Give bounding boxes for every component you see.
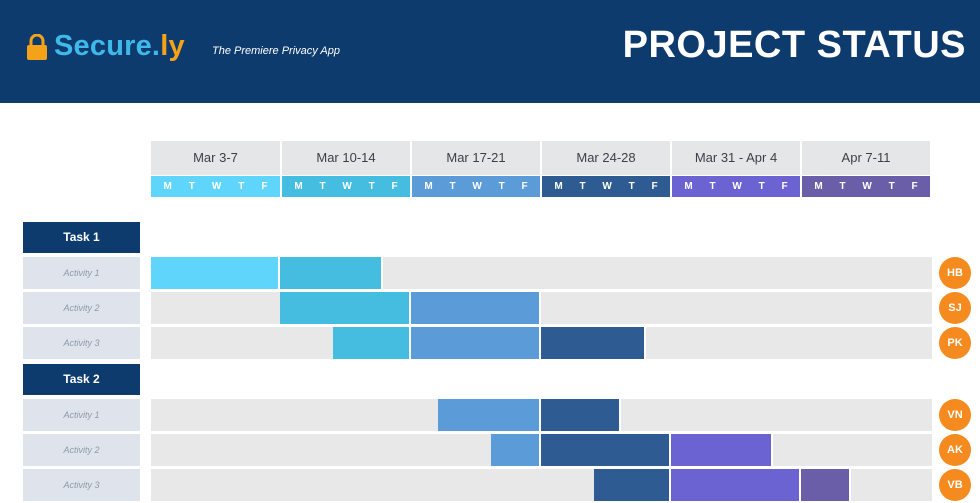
day-label: W	[862, 181, 872, 192]
day-label: T	[628, 181, 635, 192]
gantt-bar[interactable]	[541, 434, 671, 466]
day-strip: MTWTF	[672, 176, 802, 197]
gantt-row	[151, 469, 932, 501]
day-label: T	[449, 181, 456, 192]
day-label: T	[498, 181, 505, 192]
week-header: Mar 3-7	[151, 141, 282, 175]
gantt-bar[interactable]	[594, 469, 671, 501]
gantt-bar[interactable]	[541, 399, 621, 431]
activity-label: Activity 2	[23, 434, 140, 466]
day-label: M	[294, 181, 303, 192]
day-strip: MTWTF	[802, 176, 932, 197]
activity-label: Activity 2	[23, 292, 140, 324]
gantt-row	[151, 434, 932, 466]
gantt-bar[interactable]	[280, 257, 383, 289]
gantt-row	[151, 399, 932, 431]
gantt-bar[interactable]	[491, 434, 541, 466]
gantt-bar[interactable]	[671, 469, 801, 501]
gantt-bar[interactable]	[333, 327, 411, 359]
gantt-bar[interactable]	[411, 292, 541, 324]
day-label: T	[579, 181, 586, 192]
day-label: T	[758, 181, 765, 192]
page-title: PROJECT STATUS	[622, 24, 966, 66]
gantt-bar[interactable]	[438, 399, 541, 431]
brand-name: Secure.	[54, 30, 161, 62]
lock-icon	[27, 34, 47, 60]
week-header: Apr 7-11	[802, 141, 932, 175]
day-strip: MTWTF	[282, 176, 412, 197]
day-label: T	[319, 181, 326, 192]
activity-label: Activity 3	[23, 469, 140, 501]
gantt-row	[151, 257, 932, 289]
day-label: M	[554, 181, 563, 192]
assignee-avatar[interactable]: HB	[939, 257, 971, 289]
day-label: W	[472, 181, 482, 192]
gantt-bar[interactable]	[671, 434, 773, 466]
gantt-bar[interactable]	[280, 292, 411, 324]
day-label: T	[238, 181, 245, 192]
day-label: M	[684, 181, 693, 192]
day-label: F	[391, 181, 398, 192]
gantt-row	[151, 327, 932, 359]
day-strip: MTWTF	[412, 176, 542, 197]
day-label: M	[814, 181, 823, 192]
day-label: W	[342, 181, 352, 192]
day-label: F	[261, 181, 268, 192]
day-label: M	[424, 181, 433, 192]
brand-logo: Secure.ly	[54, 30, 185, 63]
activity-label: Activity 1	[23, 257, 140, 289]
gantt-bar[interactable]	[541, 327, 646, 359]
day-label: W	[602, 181, 612, 192]
day-label: F	[781, 181, 788, 192]
week-header: Mar 31 - Apr 4	[672, 141, 802, 175]
day-label: T	[188, 181, 195, 192]
day-label: F	[911, 181, 918, 192]
day-label: W	[732, 181, 742, 192]
gantt-bar[interactable]	[151, 257, 280, 289]
tagline: The Premiere Privacy App	[212, 45, 340, 57]
day-label: M	[163, 181, 172, 192]
gantt-row	[151, 292, 932, 324]
week-header: Mar 24-28	[542, 141, 672, 175]
task-label: Task 1	[23, 222, 140, 253]
day-label: F	[651, 181, 658, 192]
assignee-avatar[interactable]: VB	[939, 469, 971, 501]
day-label: T	[368, 181, 375, 192]
assignee-avatar[interactable]: SJ	[939, 292, 971, 324]
activity-label: Activity 3	[23, 327, 140, 359]
activity-label: Activity 1	[23, 399, 140, 431]
day-label: F	[521, 181, 528, 192]
brand-name-accent: ly	[160, 30, 185, 62]
app-header: Secure.ly The Premiere Privacy App PROJE…	[0, 0, 980, 103]
day-label: W	[211, 181, 222, 192]
assignee-avatar[interactable]: PK	[939, 327, 971, 359]
gantt-bar[interactable]	[411, 327, 541, 359]
assignee-avatar[interactable]: VN	[939, 399, 971, 431]
week-header: Mar 10-14	[282, 141, 412, 175]
task-label: Task 2	[23, 364, 140, 395]
day-label: T	[839, 181, 846, 192]
day-strip: MTWTF	[542, 176, 672, 197]
assignee-avatar[interactable]: AK	[939, 434, 971, 466]
day-strip: MTWTF	[151, 176, 282, 197]
day-label: T	[709, 181, 716, 192]
week-header: Mar 17-21	[412, 141, 542, 175]
gantt-bar[interactable]	[801, 469, 851, 501]
day-label: T	[888, 181, 895, 192]
